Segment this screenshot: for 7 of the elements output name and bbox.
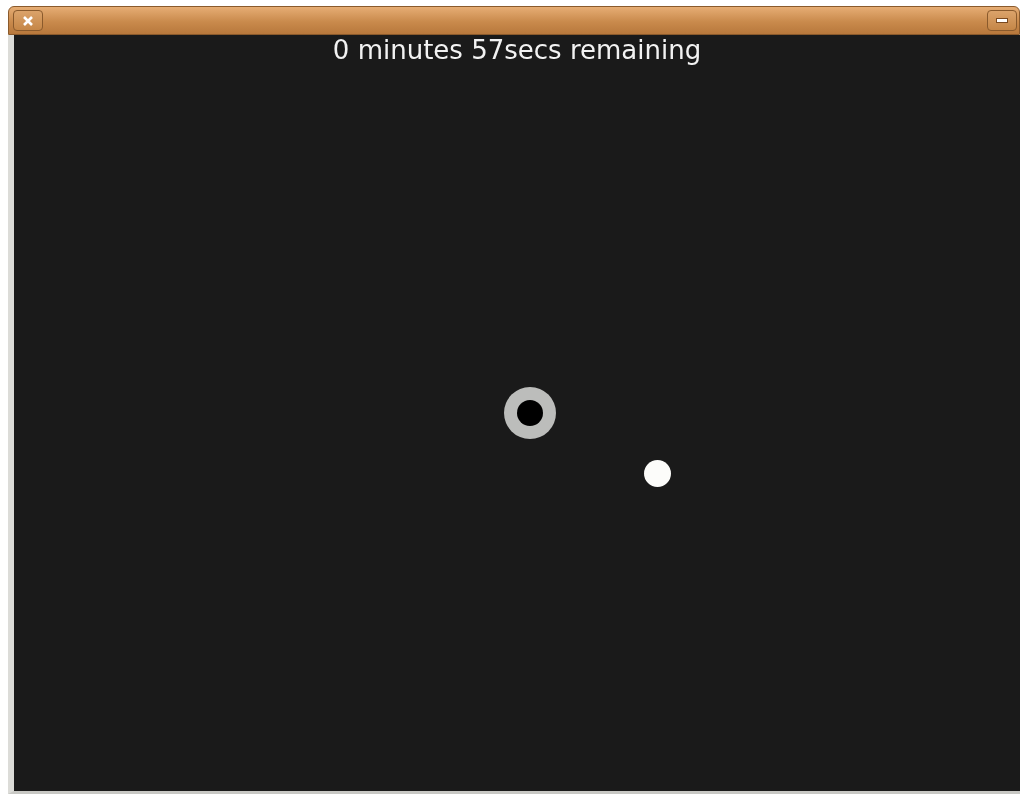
close-icon xyxy=(23,15,33,26)
close-button[interactable] xyxy=(13,10,43,31)
minimize-button[interactable] xyxy=(987,10,1017,31)
ball xyxy=(644,460,671,487)
timer-text: 0 minutes 57secs remaining xyxy=(332,35,702,65)
target-ring xyxy=(504,387,556,439)
minimize-icon xyxy=(996,18,1008,23)
